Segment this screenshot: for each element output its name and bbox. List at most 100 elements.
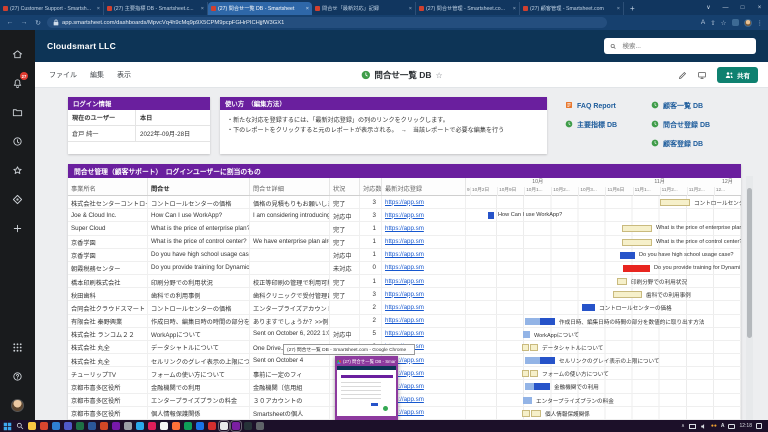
tray-clock[interactable]: 12:18: [739, 423, 752, 429]
tray-caret-icon[interactable]: ∧: [681, 423, 685, 429]
chrome-icon[interactable]: [220, 422, 228, 430]
app-icon-4[interactable]: [76, 422, 84, 430]
gantt-bar[interactable]: [622, 225, 652, 232]
app-icon-14[interactable]: [196, 422, 204, 430]
scrollbar-thumb[interactable]: [747, 188, 752, 338]
menu-item-0[interactable]: ファイル: [49, 70, 77, 80]
browser-tab[interactable]: (27) 問合せ一覧 DB - Smartsheet×: [208, 2, 312, 15]
gantt-bar[interactable]: [525, 383, 534, 390]
browser-profile-caret-icon[interactable]: ∨: [700, 4, 717, 11]
app-icon-13[interactable]: [184, 422, 192, 430]
gantt-bar[interactable]: [523, 331, 530, 338]
latest-link-cell[interactable]: https://app.sm: [382, 275, 466, 287]
bookmark-star-icon[interactable]: ☆: [721, 19, 727, 27]
extensions-icon[interactable]: [732, 19, 739, 26]
browser-tab[interactable]: 問合せ「最新対応」記録×: [312, 2, 416, 15]
window-close-icon[interactable]: ×: [751, 5, 768, 11]
latest-link-cell[interactable]: https://app.sm: [382, 196, 466, 208]
gantt-bar[interactable]: [525, 318, 540, 325]
app-icon-15[interactable]: [208, 422, 216, 430]
gantt-bar[interactable]: [620, 252, 635, 259]
window-maximize-icon[interactable]: □: [734, 5, 751, 11]
browser-menu-icon[interactable]: ⋮: [757, 19, 764, 27]
taskbar-search-icon[interactable]: [16, 422, 24, 430]
gantt-bar[interactable]: [540, 357, 555, 364]
home-icon[interactable]: [0, 40, 35, 69]
tab-close-icon[interactable]: ×: [409, 6, 412, 12]
latest-link-cell[interactable]: https://app.sm: [382, 288, 466, 300]
gantt-bar[interactable]: [540, 318, 555, 325]
column-header-4[interactable]: 対応数: [360, 178, 382, 195]
tray-ime-indicator[interactable]: A: [721, 423, 725, 429]
share-button[interactable]: 共有: [717, 67, 758, 83]
tab-close-icon[interactable]: ×: [513, 6, 516, 12]
forward-icon[interactable]: →: [19, 19, 29, 26]
column-header-3[interactable]: 状況: [330, 178, 360, 195]
tray-volume-icon[interactable]: [700, 423, 707, 430]
clock-icon[interactable]: [0, 127, 35, 156]
profile-avatar[interactable]: [744, 19, 752, 27]
windows-start-icon[interactable]: [3, 422, 12, 431]
folder-icon[interactable]: [0, 98, 35, 127]
gantt-bar[interactable]: [522, 370, 529, 377]
back-icon[interactable]: ←: [5, 19, 15, 26]
gantt-bar[interactable]: [523, 397, 532, 404]
browser-tab[interactable]: (27) Customer Support - Smartsh...×: [0, 2, 104, 15]
browser-tab[interactable]: (27) 顧客管理 - Smartsheet.com×: [520, 2, 624, 15]
latest-link-cell[interactable]: https://app.sm: [382, 209, 466, 221]
gantt-bar[interactable]: [623, 265, 650, 272]
latest-link-cell[interactable]: https://app.sm: [382, 262, 466, 274]
column-header-0[interactable]: 事業所名: [68, 178, 148, 195]
solution-center-icon[interactable]: [0, 185, 35, 214]
menu-item-1[interactable]: 編集: [90, 70, 104, 80]
translate-icon[interactable]: A: [701, 19, 705, 26]
gantt-bar[interactable]: [622, 239, 652, 246]
column-header-5[interactable]: 最新対応登録: [382, 178, 466, 195]
app-icon-18[interactable]: [256, 422, 264, 430]
shortcut-link[interactable]: 顧客登録 DB: [651, 139, 710, 149]
column-header-2[interactable]: 問合せ詳細: [250, 178, 330, 195]
shortcut-link[interactable]: 顧客一覧 DB: [651, 101, 710, 111]
avatar[interactable]: [0, 391, 35, 420]
tab-close-icon[interactable]: ×: [97, 6, 100, 12]
latest-link-cell[interactable]: https://app.sm: [382, 249, 466, 261]
search-box[interactable]: [604, 38, 756, 54]
gantt-bar[interactable]: [660, 199, 690, 206]
app-icon-6[interactable]: [100, 422, 108, 430]
shortcut-link[interactable]: 問合せ登録 DB: [651, 120, 710, 130]
browser-tab[interactable]: (27) 主要指標 DB - Smartsheet.c...×: [104, 2, 208, 15]
latest-link-cell[interactable]: https://app.sm: [382, 315, 466, 327]
tab-close-icon[interactable]: ×: [617, 6, 620, 12]
action-center-icon[interactable]: [756, 423, 762, 429]
menu-item-2[interactable]: 表示: [117, 70, 131, 80]
shortcut-link[interactable]: FAQ Report: [565, 101, 617, 111]
gantt-bar[interactable]: [582, 304, 595, 311]
url-field[interactable]: app.smartsheet.com/dashboards/MpvcVq4h9c…: [47, 17, 607, 28]
help-icon[interactable]: [0, 362, 35, 391]
gantt-bar[interactable]: [531, 410, 541, 417]
gantt-bar[interactable]: [530, 370, 538, 377]
search-input[interactable]: [620, 42, 750, 51]
gantt-bar[interactable]: [488, 212, 494, 219]
browser-tab[interactable]: (27) 問合せ管理 - Smartsheet.co...×: [416, 2, 520, 15]
new-tab-button[interactable]: +: [624, 4, 641, 15]
latest-link-cell[interactable]: https://app.sm: [382, 236, 466, 248]
gantt-bar[interactable]: [525, 357, 540, 364]
preview-thumbnail[interactable]: [337, 366, 396, 416]
app-icon-9[interactable]: [136, 422, 144, 430]
app-icon-2[interactable]: [52, 422, 60, 430]
latest-link-cell[interactable]: https://app.sm: [382, 222, 466, 234]
reload-icon[interactable]: ↻: [33, 19, 43, 27]
present-monitor-icon[interactable]: [697, 71, 707, 80]
column-header-1[interactable]: 問合せ: [148, 178, 250, 195]
app-icon-1[interactable]: [40, 422, 48, 430]
tab-close-icon[interactable]: ×: [306, 6, 309, 12]
edit-pencil-icon[interactable]: [678, 71, 687, 80]
gantt-bar[interactable]: [534, 383, 550, 390]
app-icon-5[interactable]: [88, 422, 96, 430]
gantt-bar[interactable]: [522, 410, 530, 417]
tray-display-icon[interactable]: [689, 424, 696, 429]
app-icon-7[interactable]: [112, 422, 120, 430]
latest-link-cell[interactable]: https://app.sm: [382, 328, 466, 340]
latest-link-cell[interactable]: https://app.sm: [382, 301, 466, 313]
